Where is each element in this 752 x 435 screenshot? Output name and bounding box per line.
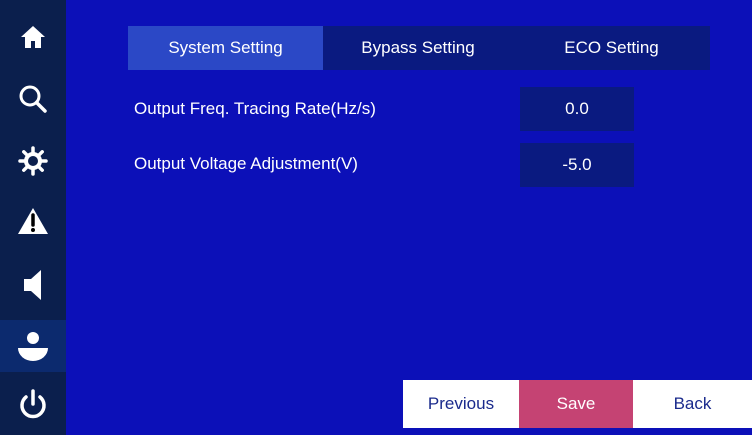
search-icon: [18, 84, 48, 114]
sidebar-item-user[interactable]: [0, 320, 66, 372]
back-button[interactable]: Back: [633, 380, 752, 428]
sidebar-item-power[interactable]: [0, 380, 66, 430]
gear-icon: [18, 146, 48, 176]
sidebar-item-sound[interactable]: [0, 260, 66, 310]
setting-label-voltage-adjustment: Output Voltage Adjustment(V): [134, 154, 358, 173]
user-icon: [16, 329, 50, 363]
setting-label-freq-tracing-rate: Output Freq. Tracing Rate(Hz/s): [134, 99, 376, 118]
save-button[interactable]: Save: [519, 380, 633, 428]
home-icon: [19, 23, 47, 51]
sidebar-item-home[interactable]: [0, 12, 66, 62]
tab-eco-setting[interactable]: ECO Setting: [513, 26, 710, 70]
sidebar-item-alarm[interactable]: [0, 196, 66, 246]
setting-value-freq-tracing-rate[interactable]: 0.0: [520, 87, 634, 131]
setting-value-voltage-adjustment[interactable]: -5.0: [520, 143, 634, 187]
tab-bypass-setting[interactable]: Bypass Setting: [323, 26, 513, 70]
tab-bar: System Setting Bypass Setting ECO Settin…: [128, 26, 710, 70]
warning-icon: [17, 206, 49, 236]
sidebar-item-search[interactable]: [0, 74, 66, 124]
sidebar: [0, 0, 66, 435]
previous-button[interactable]: Previous: [403, 380, 519, 428]
tab-system-setting[interactable]: System Setting: [128, 26, 323, 70]
sidebar-item-settings[interactable]: [0, 136, 66, 186]
speaker-icon: [21, 268, 45, 302]
power-icon: [17, 389, 49, 421]
main-panel: System Setting Bypass Setting ECO Settin…: [66, 0, 752, 435]
